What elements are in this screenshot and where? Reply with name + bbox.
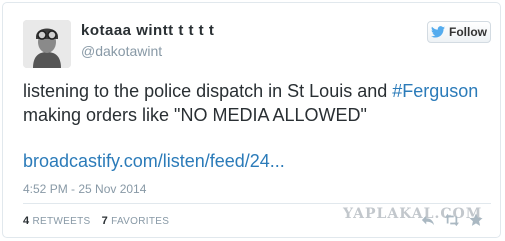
user-handle[interactable]: @dakotawint bbox=[81, 43, 162, 59]
favorites-stat[interactable]: 7 FAVORITES bbox=[101, 215, 170, 227]
retweets-stat[interactable]: 4 RETWEETS bbox=[23, 215, 91, 227]
tweet-timestamp[interactable]: 4:52 PM - 25 Nov 2014 bbox=[23, 182, 146, 196]
twitter-bird-icon bbox=[431, 26, 445, 38]
favorites-count: 7 bbox=[101, 215, 108, 227]
follow-button[interactable]: Follow bbox=[427, 21, 491, 43]
tweet-text: listening to the police dispatch in St L… bbox=[23, 79, 493, 127]
tweet-link[interactable]: broadcastify.com/listen/feed/24... bbox=[23, 151, 285, 172]
retweets-label: RETWEETS bbox=[32, 216, 91, 227]
divider bbox=[23, 203, 491, 204]
tweet-actions bbox=[421, 213, 483, 227]
favorites-label: FAVORITES bbox=[111, 216, 170, 227]
tweet-text-start: listening to the police dispatch in St L… bbox=[23, 81, 393, 101]
reply-icon[interactable] bbox=[421, 213, 435, 227]
tweet-text-end: making orders like "NO MEDIA ALLOWED" bbox=[23, 105, 367, 125]
tweet-stats: 4 RETWEETS 7 FAVORITES bbox=[23, 215, 177, 227]
tweet-card: kotaaa wintt t t t t @dakotawint Follow … bbox=[2, 2, 501, 238]
avatar[interactable] bbox=[23, 20, 71, 68]
retweets-count: 4 bbox=[23, 215, 30, 227]
display-name[interactable]: kotaaa wintt t t t t bbox=[81, 22, 214, 39]
retweet-icon[interactable] bbox=[445, 213, 459, 227]
follow-label: Follow bbox=[449, 25, 487, 39]
favorite-icon[interactable] bbox=[469, 213, 483, 227]
hashtag-link[interactable]: #Ferguson bbox=[392, 81, 478, 101]
